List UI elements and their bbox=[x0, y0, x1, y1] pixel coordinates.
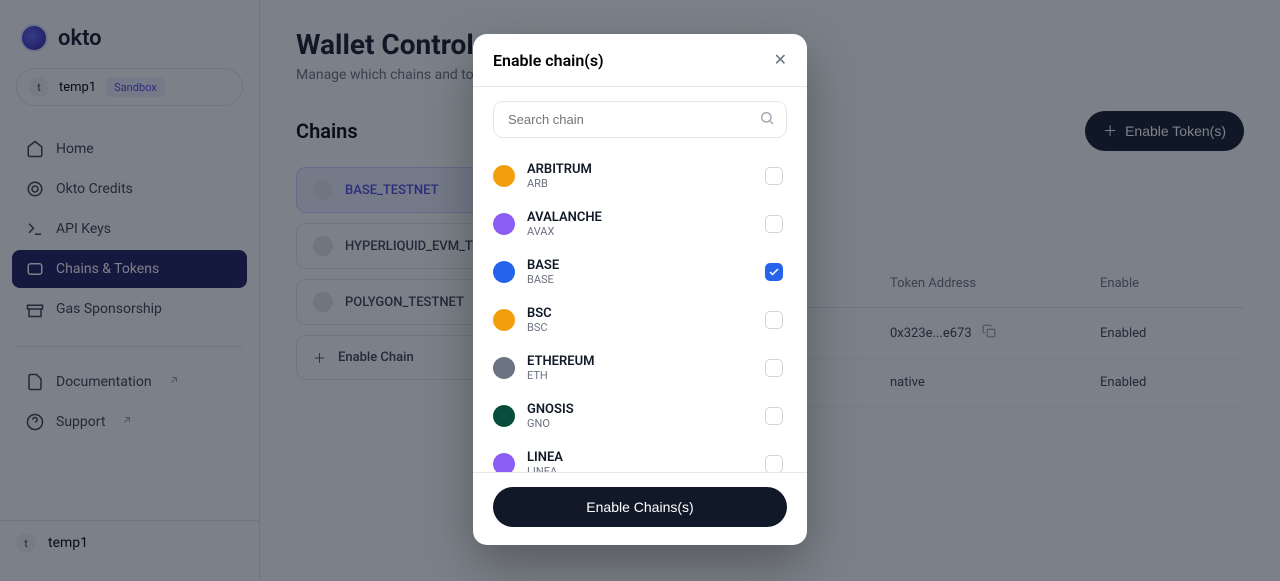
chain-name: ARBITRUM bbox=[527, 162, 753, 177]
chain-name: LINEA bbox=[527, 450, 753, 465]
chain-option[interactable]: ARBITRUM ARB bbox=[493, 152, 783, 200]
chain-option[interactable]: BSC BSC bbox=[493, 296, 783, 344]
chain-option[interactable]: BASE BASE bbox=[493, 248, 783, 296]
chain-logo-icon bbox=[493, 405, 515, 427]
chain-option[interactable]: GNOSIS GNO bbox=[493, 392, 783, 440]
chain-logo-icon bbox=[493, 357, 515, 379]
search-input[interactable] bbox=[493, 101, 787, 138]
chain-checkbox[interactable] bbox=[765, 263, 783, 281]
submit-label: Enable Chains(s) bbox=[586, 499, 693, 515]
close-button[interactable]: ✕ bbox=[774, 50, 787, 70]
chain-checkbox[interactable] bbox=[765, 311, 783, 329]
chain-checkbox[interactable] bbox=[765, 407, 783, 425]
chain-checkbox[interactable] bbox=[765, 455, 783, 472]
chain-name: BSC bbox=[527, 306, 753, 321]
chain-symbol: AVAX bbox=[527, 225, 753, 238]
chain-name: BASE bbox=[527, 258, 753, 273]
close-icon: ✕ bbox=[774, 52, 787, 69]
chain-logo-icon bbox=[493, 165, 515, 187]
enable-chains-submit-button[interactable]: Enable Chains(s) bbox=[493, 487, 787, 527]
chain-symbol: BSC bbox=[527, 321, 753, 334]
chain-name: AVALANCHE bbox=[527, 210, 753, 225]
modal-title: Enable chain(s) bbox=[493, 51, 604, 70]
chain-option[interactable]: LINEA LINEA bbox=[493, 440, 783, 472]
chain-symbol: GNO bbox=[527, 417, 753, 430]
chain-option[interactable]: AVALANCHE AVAX bbox=[493, 200, 783, 248]
chain-symbol: ARB bbox=[527, 177, 753, 190]
chain-logo-icon bbox=[493, 453, 515, 472]
chain-name: ETHEREUM bbox=[527, 354, 753, 369]
chain-logo-icon bbox=[493, 213, 515, 235]
chain-checkbox[interactable] bbox=[765, 359, 783, 377]
chain-logo-icon bbox=[493, 309, 515, 331]
enable-chains-modal: Enable chain(s) ✕ ARBITRUM ARB AVALANCHE… bbox=[473, 34, 807, 545]
chain-option[interactable]: ETHEREUM ETH bbox=[493, 344, 783, 392]
modal-overlay[interactable]: Enable chain(s) ✕ ARBITRUM ARB AVALANCHE… bbox=[0, 0, 1280, 581]
chain-checkbox[interactable] bbox=[765, 215, 783, 233]
chain-symbol: BASE bbox=[527, 273, 753, 286]
chain-symbol: ETH bbox=[527, 369, 753, 382]
chain-symbol: LINEA bbox=[527, 465, 753, 472]
chain-checkbox[interactable] bbox=[765, 167, 783, 185]
chain-logo-icon bbox=[493, 261, 515, 283]
search-icon bbox=[759, 110, 775, 130]
chain-list[interactable]: ARBITRUM ARB AVALANCHE AVAX BASE BASE BS… bbox=[493, 152, 787, 472]
chain-name: GNOSIS bbox=[527, 402, 753, 417]
